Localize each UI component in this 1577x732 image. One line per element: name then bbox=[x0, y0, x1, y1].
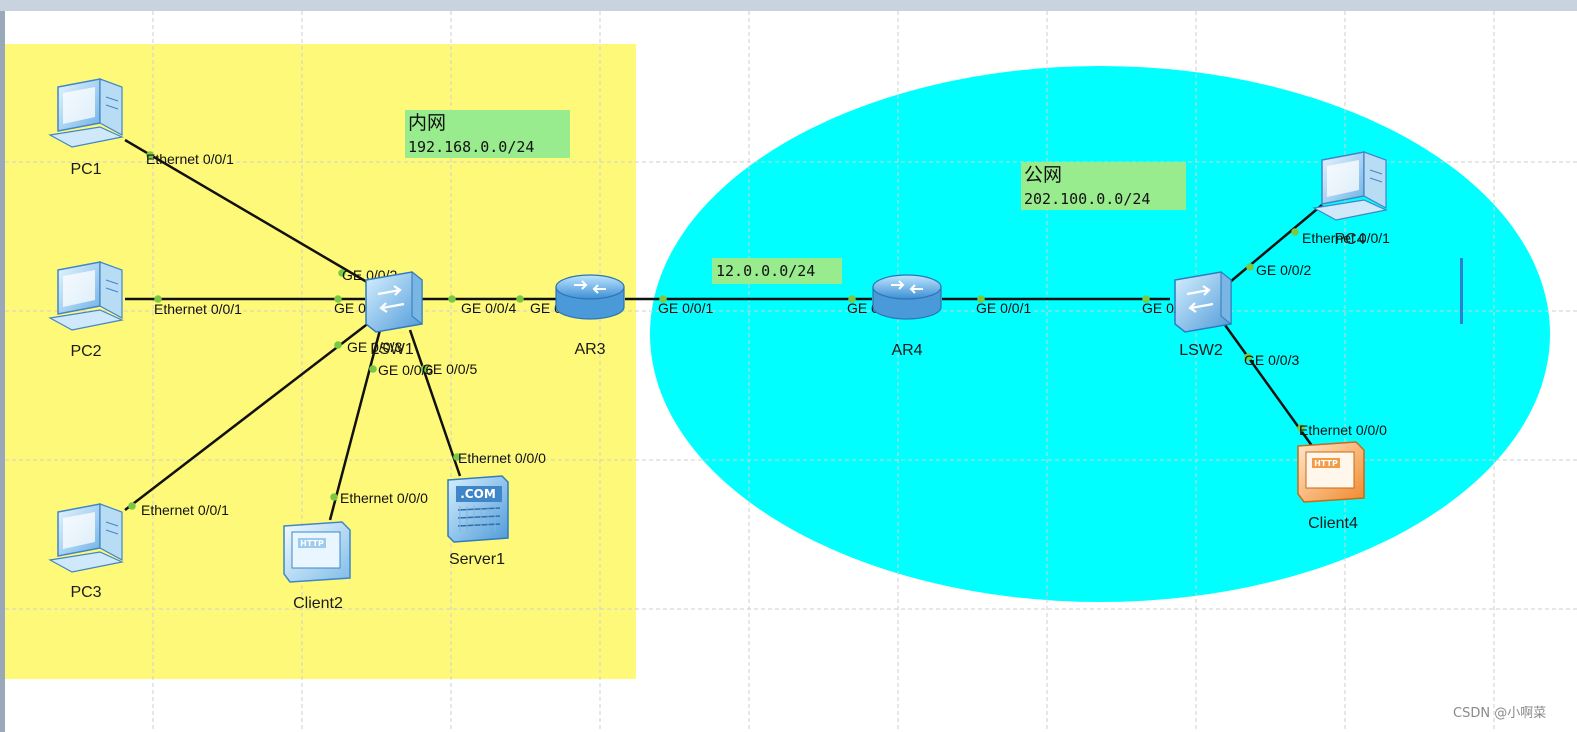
device-label-pc2: PC2 bbox=[70, 343, 101, 360]
device-label-pc4: PC4 bbox=[1334, 231, 1365, 248]
port-dot-lsw1 bbox=[448, 295, 456, 303]
device-ar4[interactable] bbox=[872, 274, 942, 320]
topology-svg[interactable]: 内网 192.168.0.0/24 公网 202.100.0.0/24 12.0… bbox=[0, 0, 1577, 732]
device-client2[interactable]: HTTP bbox=[283, 521, 351, 583]
device-label-ar4: AR4 bbox=[891, 342, 922, 359]
device-pc1[interactable] bbox=[48, 78, 124, 148]
intranet-note-title: 内网 bbox=[408, 112, 446, 134]
device-label-lsw2: LSW2 bbox=[1179, 342, 1223, 359]
port-label-pc3: Ethernet 0/0/1 bbox=[141, 502, 229, 518]
device-label-pc1: PC1 bbox=[70, 161, 101, 178]
port-dot-ar3 bbox=[516, 295, 524, 303]
http-client-icon: HTTP bbox=[1297, 441, 1365, 503]
router-icon bbox=[872, 274, 942, 320]
port-label-pc1: Ethernet 0/0/1 bbox=[146, 151, 234, 167]
device-pc3[interactable] bbox=[48, 503, 124, 573]
port-dot-client2 bbox=[330, 493, 338, 501]
public-note-title: 公网 bbox=[1024, 164, 1062, 186]
icon-glyph-text: .COM bbox=[460, 487, 496, 501]
window-left-border bbox=[0, 11, 5, 732]
pc-icon bbox=[1312, 151, 1388, 221]
device-label-pc3: PC3 bbox=[70, 584, 101, 601]
device-lsw2[interactable] bbox=[1174, 270, 1232, 333]
public-note-subnet: 202.100.0.0/24 bbox=[1024, 190, 1150, 208]
port-label-ar4: GE 0/0/1 bbox=[976, 300, 1031, 316]
device-client4[interactable]: HTTP bbox=[1297, 441, 1365, 503]
device-pc4[interactable] bbox=[1312, 151, 1388, 221]
port-label-lsw2: GE 0/0/2 bbox=[1256, 262, 1311, 278]
port-label-lsw2: GE 0/0/3 bbox=[1244, 352, 1299, 368]
port-label-pc2: Ethernet 0/0/1 bbox=[154, 301, 242, 317]
port-dot-pc3 bbox=[128, 502, 136, 510]
wan-note-subnet: 12.0.0.0/24 bbox=[716, 262, 815, 280]
switch-icon bbox=[1174, 270, 1232, 333]
port-dot-lsw1 bbox=[334, 341, 342, 349]
device-server1[interactable]: .COM bbox=[447, 475, 509, 543]
switch-icon bbox=[365, 270, 423, 333]
device-ar3[interactable] bbox=[555, 274, 625, 320]
pc-icon bbox=[48, 78, 124, 148]
port-dot-lsw1 bbox=[369, 365, 377, 373]
selection-marker bbox=[1460, 258, 1463, 324]
server-icon: .COM bbox=[447, 475, 509, 543]
icon-glyph-text: HTTP bbox=[300, 539, 324, 548]
port-label-server1: Ethernet 0/0/0 bbox=[458, 450, 546, 466]
device-label-client4: Client4 bbox=[1308, 515, 1358, 532]
port-dot-lsw2 bbox=[1246, 263, 1254, 271]
topology-canvas[interactable]: 内网 192.168.0.0/24 公网 202.100.0.0/24 12.0… bbox=[0, 0, 1577, 732]
device-label-client2: Client2 bbox=[293, 595, 343, 612]
port-label-lsw1: GE 0/0/4 bbox=[461, 300, 516, 316]
http-client-icon: HTTP bbox=[283, 521, 351, 583]
port-label-client2: Ethernet 0/0/0 bbox=[340, 490, 428, 506]
device-label-lsw1: LSW1 bbox=[370, 341, 414, 358]
pc-icon bbox=[48, 503, 124, 573]
public-note[interactable]: 公网 202.100.0.0/24 bbox=[1021, 162, 1186, 210]
public-area[interactable] bbox=[650, 66, 1550, 602]
device-label-ar3: AR3 bbox=[574, 341, 605, 358]
port-label-client4: Ethernet 0/0/0 bbox=[1299, 422, 1387, 438]
device-label-server1: Server1 bbox=[449, 551, 505, 568]
pc-icon bbox=[48, 261, 124, 331]
device-lsw1[interactable] bbox=[365, 270, 423, 333]
router-icon bbox=[555, 274, 625, 320]
icon-glyph-text: HTTP bbox=[1314, 459, 1338, 468]
watermark: CSDN @小啊菜 bbox=[1453, 706, 1546, 721]
intranet-note-subnet: 192.168.0.0/24 bbox=[408, 138, 534, 156]
intranet-note[interactable]: 内网 192.168.0.0/24 bbox=[405, 110, 570, 158]
wan-link-note[interactable]: 12.0.0.0/24 bbox=[712, 258, 842, 284]
port-dot-pc4 bbox=[1291, 228, 1299, 236]
port-label-ar3: GE 0/0/1 bbox=[658, 300, 713, 316]
port-label-lsw1: GE 0/0/5 bbox=[422, 361, 477, 377]
device-pc2[interactable] bbox=[48, 261, 124, 331]
window-titlebar bbox=[0, 0, 1577, 11]
